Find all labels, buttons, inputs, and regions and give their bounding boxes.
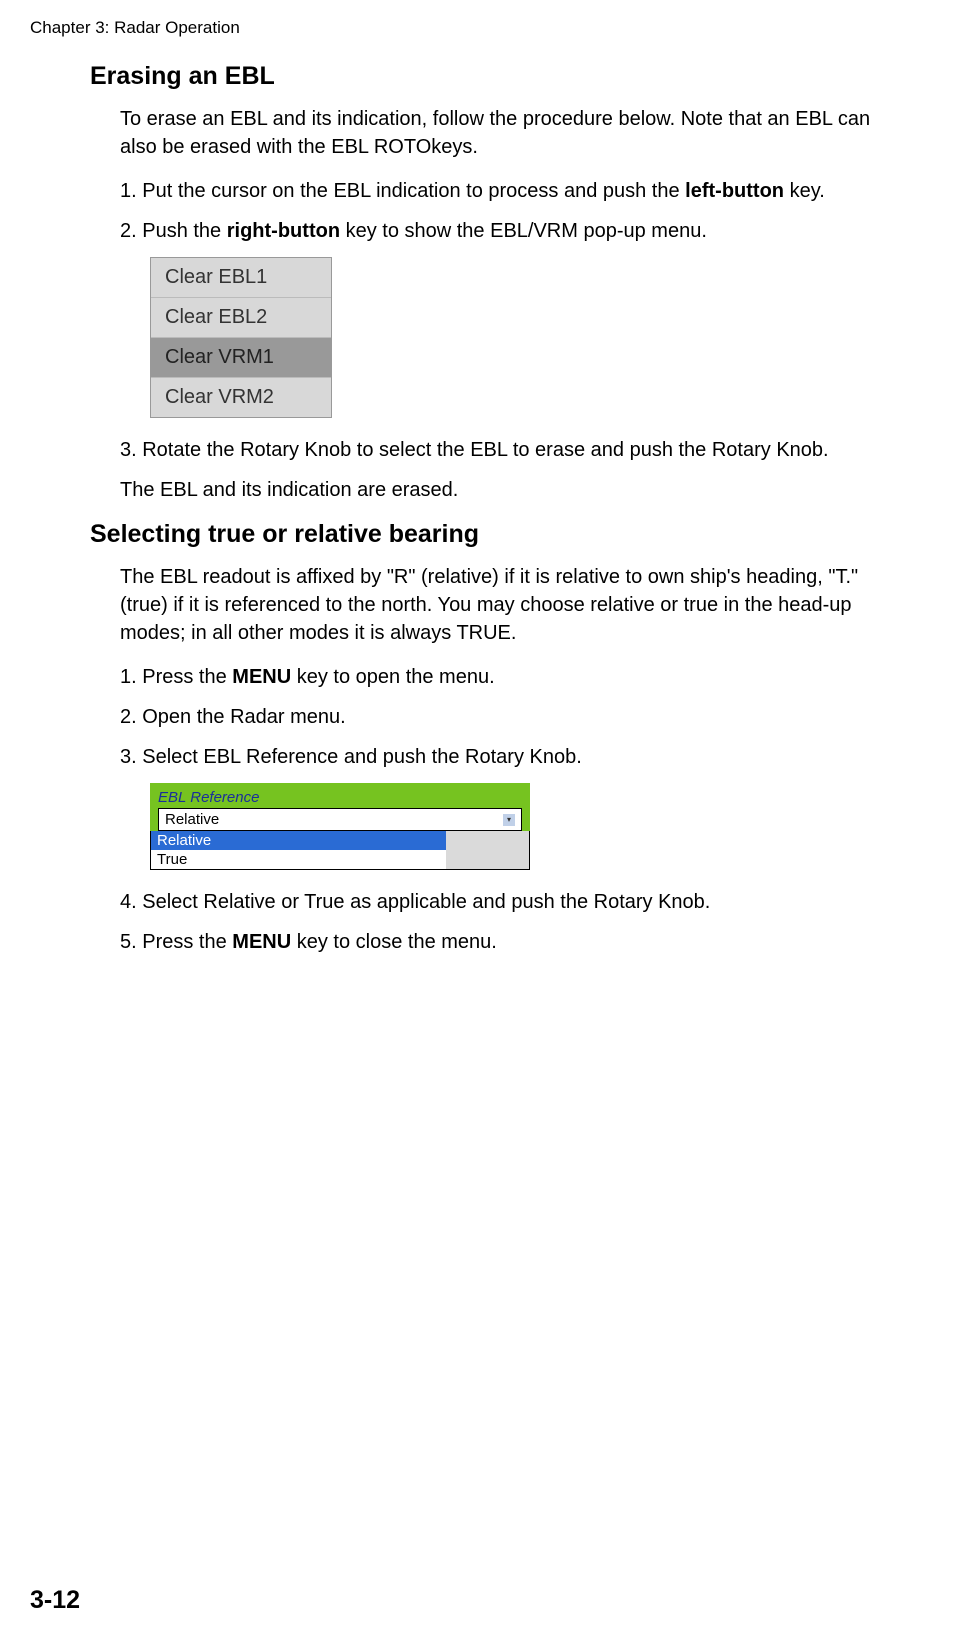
- page-content: Erasing an EBL To erase an EBL and its i…: [90, 62, 905, 968]
- section1-step2: 2. Push the right-button key to show the…: [120, 217, 905, 245]
- section1-step1: 1. Put the cursor on the EBL indication …: [120, 177, 905, 205]
- popup-item-clear-ebl2[interactable]: Clear EBL2: [151, 298, 331, 338]
- page-number: 3-12: [30, 1586, 80, 1615]
- s2-step5-post: key to close the menu.: [291, 931, 497, 953]
- s2-step1-post: key to open the menu.: [291, 666, 494, 688]
- popup-item-clear-ebl1[interactable]: Clear EBL1: [151, 258, 331, 298]
- step1-post: key.: [784, 180, 825, 202]
- s2-step5-bold: MENU: [232, 931, 291, 953]
- popup-item-clear-vrm1[interactable]: Clear VRM1: [151, 338, 331, 378]
- popup-item-clear-vrm2[interactable]: Clear VRM2: [151, 378, 331, 417]
- s2-step1-pre: 1. Press the: [120, 666, 232, 688]
- ebl-ref-label: EBL Reference: [158, 789, 522, 806]
- ebl-ref-select[interactable]: Relative ▾: [158, 808, 522, 831]
- section2-step1: 1. Press the MENU key to open the menu.: [120, 663, 905, 691]
- section2-intro: The EBL readout is affixed by "R" (relat…: [120, 563, 905, 647]
- s2-step1-bold: MENU: [232, 666, 291, 688]
- ebl-reference-menu: EBL Reference Relative ▾ Relative True: [150, 783, 530, 870]
- ebl-vrm-popup-menu: Clear EBL1 Clear EBL2 Clear VRM1 Clear V…: [150, 257, 332, 418]
- ebl-ref-option-true[interactable]: True: [151, 850, 446, 869]
- chapter-header: Chapter 3: Radar Operation: [30, 18, 240, 38]
- ebl-ref-selected-value: Relative: [165, 811, 219, 828]
- ebl-ref-header: EBL Reference Relative ▾: [150, 783, 530, 831]
- step1-bold: left-button: [685, 180, 784, 202]
- step1-pre: 1. Put the cursor on the EBL indication …: [120, 180, 685, 202]
- section1-conclusion: The EBL and its indication are erased.: [120, 476, 905, 504]
- ebl-ref-dropdown: Relative True: [150, 831, 530, 870]
- step2-bold: right-button: [227, 220, 340, 242]
- ebl-ref-option-relative[interactable]: Relative: [151, 831, 446, 850]
- section2-step5: 5. Press the MENU key to close the menu.: [120, 928, 905, 956]
- section2-step2: 2. Open the Radar menu.: [120, 703, 905, 731]
- s2-step5-pre: 5. Press the: [120, 931, 232, 953]
- section1-step3: 3. Rotate the Rotary Knob to select the …: [120, 436, 905, 464]
- section1-intro: To erase an EBL and its indication, foll…: [120, 105, 905, 161]
- step2-pre: 2. Push the: [120, 220, 227, 242]
- section2-step3: 3. Select EBL Reference and push the Rot…: [120, 743, 905, 771]
- section2-step4: 4. Select Relative or True as applicable…: [120, 888, 905, 916]
- section-title-erasing-ebl: Erasing an EBL: [90, 62, 905, 91]
- section-title-bearing: Selecting true or relative bearing: [90, 520, 905, 549]
- chevron-down-icon: ▾: [503, 814, 515, 826]
- step2-post: key to show the EBL/VRM pop-up menu.: [340, 220, 707, 242]
